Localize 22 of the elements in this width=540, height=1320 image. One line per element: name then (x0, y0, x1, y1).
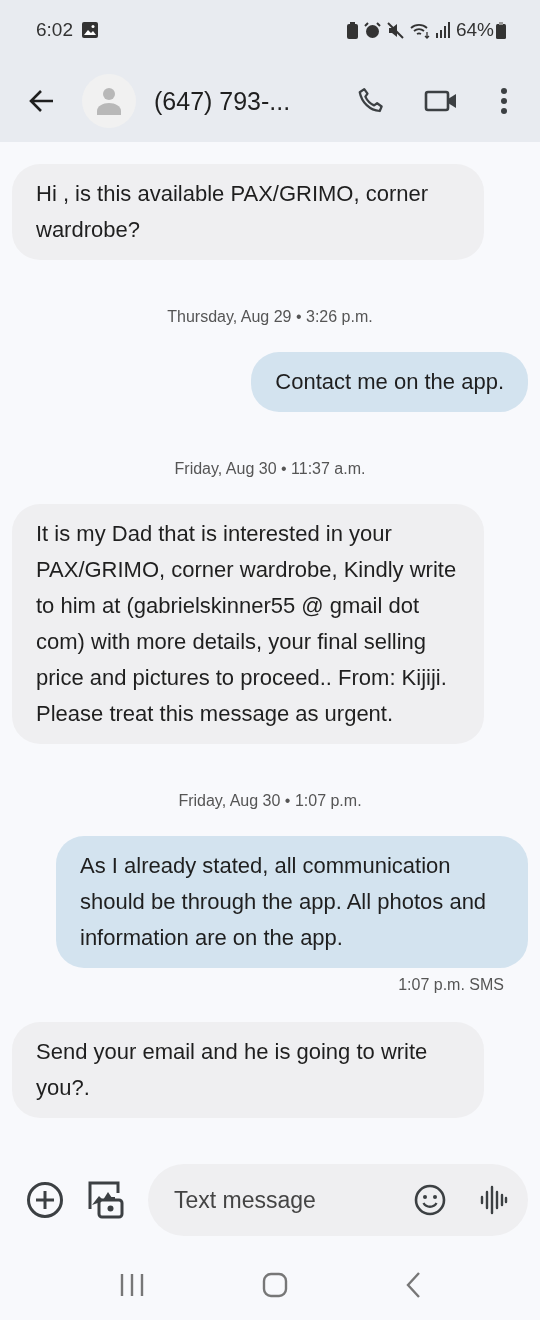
signal-icon (435, 22, 450, 38)
sent-message: As I already stated, all communication should be through the app. All photos and information are on the app. (56, 836, 528, 968)
received-message: It is my Dad that is interested in your PAX/GRIMO, corner wardrobe, Kindly write to him at (gabrielskinner55 @ gmail dot com) with more details, your final selling price and pictures to proceed.. From: Kijiji. Please treat this message as urgent. (12, 504, 484, 744)
battery-icon (496, 21, 506, 39)
image-icon (81, 21, 99, 39)
status-time: 6:02 (36, 19, 73, 41)
message-timestamp: 1:07 p.m. SMS (398, 976, 504, 994)
more-vertical-icon (500, 87, 508, 115)
received-message: Send your email and he is going to write you?. (12, 1022, 484, 1118)
battery-saver-icon (346, 21, 358, 39)
battery-percent: 64% (455, 19, 494, 41)
received-message: Hi , is this available PAX/GRIMO, corner wardrobe? (12, 164, 484, 260)
mute-icon (386, 21, 404, 39)
contact-name: (647) 793-... (154, 86, 292, 116)
message-field[interactable]: Text message (148, 1164, 528, 1236)
date-separator: Friday, Aug 30 • 1:07 p.m. (178, 792, 362, 810)
alarm-icon (363, 21, 381, 39)
date-separator: Friday, Aug 30 • 11:37 a.m. (174, 460, 366, 478)
sent-message: Contact me on the app. (251, 352, 528, 412)
date-separator: Thursday, Aug 29 • 3:26 p.m. (167, 308, 373, 326)
wifi-icon (409, 21, 430, 39)
message-input[interactable]: Text message (172, 1185, 410, 1215)
